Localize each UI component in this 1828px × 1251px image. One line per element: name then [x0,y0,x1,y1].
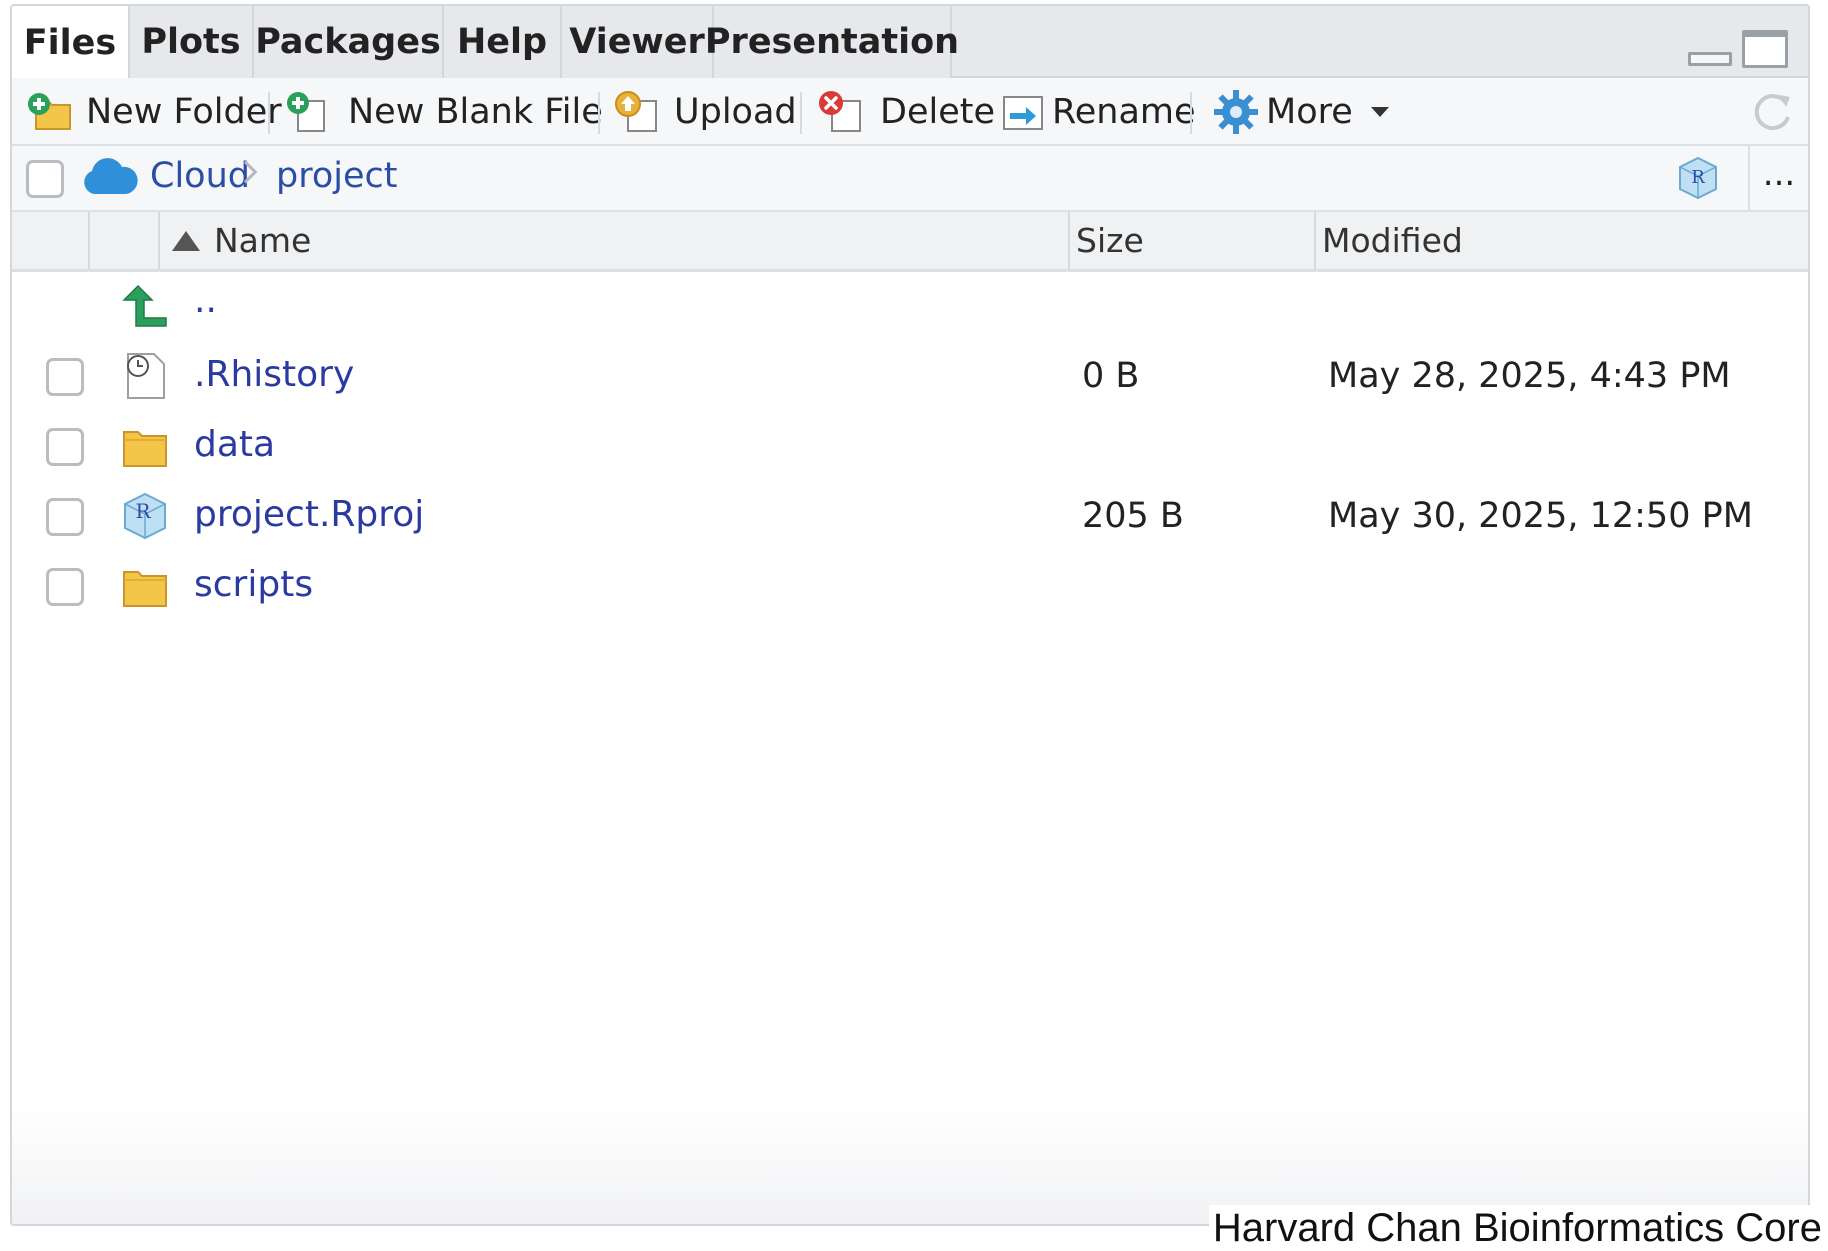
tab-viewer[interactable]: Viewer [562,6,714,78]
toolbar-divider [1190,92,1192,134]
upload-button[interactable]: Upload [614,78,797,146]
svg-text:R: R [1691,167,1705,188]
folder-icon [123,431,167,467]
new-folder-label: New Folder [86,92,282,132]
cloud-icon [84,158,138,194]
column-header-size[interactable]: Size [1076,212,1144,269]
files-pane: Files Plots Packages Help Viewer Present… [10,4,1810,1226]
tab-help[interactable]: Help [444,6,562,78]
r-project-icon: R [124,492,166,540]
rename-button[interactable]: Rename [1000,78,1196,146]
files-toolbar: New Folder New Blank File Upload Delete … [12,78,1808,146]
file-modified: May 28, 2025, 4:43 PM [1328,356,1731,396]
file-checkbox[interactable] [46,358,84,396]
column-name-label: Name [214,221,312,260]
file-checkbox[interactable] [46,498,84,536]
file-modified: May 30, 2025, 12:50 PM [1328,496,1753,536]
credit-caption: Harvard Chan Bioinformatics Core [1208,1205,1828,1251]
gear-icon [1214,90,1258,134]
file-row[interactable]: R project.Rproj 205 B May 30, 2025, 12:5… [12,482,1808,552]
more-label: More [1266,92,1353,132]
rename-label: Rename [1052,92,1196,132]
file-row[interactable]: .Rhistory 0 B May 28, 2025, 4:43 PM [12,342,1808,412]
file-name-link[interactable]: project.Rproj [194,494,424,535]
tab-files[interactable]: Files [12,6,130,80]
column-header-modified[interactable]: Modified [1322,212,1463,269]
file-size: 205 B [1082,496,1184,536]
maximize-pane-button[interactable] [1742,30,1788,68]
tab-plots[interactable]: Plots [130,6,254,78]
delete-icon [819,91,861,132]
toolbar-divider [598,92,600,134]
file-size: 0 B [1082,356,1140,396]
parent-directory-icon [122,284,167,327]
file-checkbox[interactable] [46,568,84,606]
svg-text:R: R [135,499,151,523]
chevron-down-icon [1370,107,1389,117]
file-row[interactable]: data [12,412,1808,482]
header-divider [88,212,90,269]
file-checkbox[interactable] [46,428,84,466]
more-button[interactable]: More [1212,78,1389,146]
new-blank-file-button[interactable]: New Blank File [286,78,639,146]
header-divider [158,212,160,269]
tab-bar: Files Plots Packages Help Viewer Present… [12,6,1808,80]
column-header-name[interactable]: Name [172,212,311,269]
file-row[interactable]: scripts [12,552,1808,622]
folder-icon [123,571,167,607]
path-more-button[interactable]: ... [1748,146,1808,212]
minimize-pane-button[interactable] [1688,52,1732,66]
history-file-icon [127,353,165,399]
r-project-icon[interactable]: R [1676,156,1720,200]
breadcrumb-project[interactable]: project [276,156,397,196]
file-name-link[interactable]: scripts [194,564,313,605]
upload-label: Upload [674,92,797,132]
tab-packages[interactable]: Packages [254,6,444,78]
upload-icon [615,91,657,132]
new-file-icon [287,92,325,132]
sort-ascending-icon [172,230,200,251]
path-bar: Cloud project R ... [12,146,1808,212]
file-row-parent[interactable]: .. [12,274,1808,344]
header-divider [1068,212,1070,269]
tab-presentation[interactable]: Presentation [705,6,959,78]
new-folder-icon [28,93,71,130]
delete-button[interactable]: Delete [818,78,995,146]
refresh-icon [1754,94,1790,131]
header-divider [1314,212,1316,269]
file-name-link[interactable]: .Rhistory [194,354,354,395]
delete-label: Delete [880,92,995,132]
toolbar-divider [268,92,270,134]
select-all-checkbox[interactable] [26,160,64,198]
toolbar-divider [800,92,802,134]
refresh-button[interactable] [1750,78,1796,146]
breadcrumb-cloud[interactable]: Cloud [150,156,250,196]
file-name-link[interactable]: data [194,424,275,465]
rename-icon [1003,96,1043,130]
file-list-header: Name Size Modified [12,212,1808,272]
new-blank-file-label: New Blank File [348,92,603,132]
file-name-link[interactable]: .. [194,280,217,321]
new-folder-button[interactable]: New Folder [26,78,282,146]
